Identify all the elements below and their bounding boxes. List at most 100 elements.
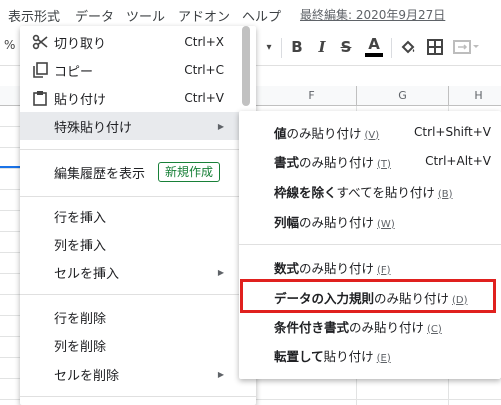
submenu-item-rest: のみ貼り付け xyxy=(299,214,375,230)
submenu-item-accel: (F) xyxy=(377,264,391,276)
submenu-item-rest: のみ貼り付け xyxy=(299,154,375,170)
menu-item-copy-label: コピー xyxy=(54,64,94,80)
menu-item-delete-row-label: 行を削除 xyxy=(54,311,107,327)
column-header-g[interactable]: G xyxy=(357,86,449,106)
submenu-item-accel: (B) xyxy=(437,188,453,200)
percent-format-button[interactable]: % xyxy=(4,38,15,52)
active-cell-border xyxy=(0,166,20,168)
toolbar-divider xyxy=(281,38,282,58)
paste-special-submenu: 値のみ貼り付け (V) Ctrl+Shift+V 書式のみ貼り付け (T) Ctrl… xyxy=(239,111,501,379)
menu-item-paste-label: 貼り付け xyxy=(54,92,107,108)
menu-separator xyxy=(20,149,256,150)
column-header-h[interactable]: H xyxy=(449,86,501,106)
menu-item-edit-history[interactable]: 編集履歴を表示 新規作成 xyxy=(20,158,256,186)
menu-item-paste-special-label: 特殊貼り付け xyxy=(54,120,133,136)
submenu-item-label: 条件付き書式のみ貼り付け (C) xyxy=(274,317,442,336)
menu-item-delete-row[interactable]: 行を削除 xyxy=(20,303,256,331)
bold-button[interactable]: B xyxy=(289,36,305,58)
submenu-item-shortcut: Ctrl+Alt+V xyxy=(425,154,491,168)
menu-help[interactable]: ヘルプ xyxy=(242,6,281,25)
fill-color-icon[interactable] xyxy=(398,36,418,58)
menu-item-insert-column[interactable]: 列を挿入 xyxy=(20,230,256,258)
submenu-item-shortcut: Ctrl+Shift+V xyxy=(414,125,491,139)
last-edit-link[interactable]: 最終編集: 2020年9月27日 xyxy=(300,6,445,23)
strikethrough-button[interactable]: S xyxy=(338,36,354,58)
submenu-item-rest: すべてを貼り付け xyxy=(336,184,435,200)
menu-item-insert-cells-label: セルを挿入 xyxy=(54,266,120,282)
scissors-icon xyxy=(32,34,48,50)
submenu-arrow-icon: ▶ xyxy=(217,369,224,379)
toolbar-divider xyxy=(391,38,392,58)
submenu-item-bold: 書式 xyxy=(274,154,300,170)
submenu-item-formula-only[interactable]: 数式のみ貼り付け (F) xyxy=(239,253,501,281)
menu-tools[interactable]: ツール xyxy=(126,6,165,25)
clipboard-icon xyxy=(32,90,48,106)
submenu-item-bold: 値 xyxy=(274,125,287,141)
submenu-separator xyxy=(239,244,501,245)
menu-addons[interactable]: アドオン xyxy=(178,6,230,25)
submenu-item-label: 数式のみ貼り付け (F) xyxy=(274,258,391,277)
menu-item-paste-special[interactable]: 特殊貼り付け ▶ xyxy=(20,112,256,140)
new-badge: 新規作成 xyxy=(158,162,221,182)
menu-item-delete-column[interactable]: 列を削除 xyxy=(20,331,256,359)
submenu-item-rest: 貼り付け xyxy=(323,348,374,364)
submenu-item-values-only[interactable]: 値のみ貼り付け (V) Ctrl+Shift+V xyxy=(239,118,501,146)
submenu-item-label: 転置して貼り付け (E) xyxy=(274,346,391,365)
menu-item-paste[interactable]: 貼り付け Ctrl+V xyxy=(20,84,256,112)
menu-item-edit-history-label: 編集履歴を表示 xyxy=(54,166,146,182)
submenu-item-label: 書式のみ貼り付け (T) xyxy=(274,152,391,171)
submenu-item-label: 値のみ貼り付け (V) xyxy=(274,123,379,142)
text-color-button[interactable]: A xyxy=(364,36,384,58)
menu-separator xyxy=(20,196,256,197)
menu-item-delete-cells[interactable]: セルを削除 ▶ xyxy=(20,360,256,388)
menu-item-copy[interactable]: コピー Ctrl+C xyxy=(20,56,256,84)
menu-item-cut-shortcut: Ctrl+X xyxy=(184,35,224,49)
submenu-item-conditional-format-only[interactable]: 条件付き書式のみ貼り付け (C) xyxy=(239,312,501,340)
menu-item-insert-row[interactable]: 行を挿入 xyxy=(20,202,256,230)
submenu-item-bold: 枠線を除く xyxy=(274,184,337,200)
column-header-f[interactable]: F xyxy=(267,86,357,106)
menu-separator xyxy=(20,294,256,295)
menu-item-cut-label: 切り取り xyxy=(54,36,107,52)
menu-separator xyxy=(20,396,256,397)
borders-icon[interactable] xyxy=(425,36,445,58)
submenu-item-rest: のみ貼り付け xyxy=(299,260,375,276)
submenu-item-column-width-only[interactable]: 列幅のみ貼り付け (W) xyxy=(239,207,501,235)
submenu-item-accel: (T) xyxy=(377,158,391,170)
submenu-item-accel: (C) xyxy=(427,323,442,335)
text-color-label: A xyxy=(368,35,380,53)
submenu-item-bold: 数式 xyxy=(274,260,300,276)
menu-item-insert-cells[interactable]: セルを挿入 ▶ xyxy=(20,258,256,286)
menu-item-cut[interactable]: 切り取り Ctrl+X xyxy=(20,28,256,56)
submenu-item-bold: 条件付き書式 xyxy=(274,319,350,335)
submenu-item-all-except-borders[interactable]: 枠線を除くすべてを貼り付け (B) xyxy=(239,177,501,205)
italic-button[interactable]: I xyxy=(314,36,330,58)
merge-cells-icon[interactable] xyxy=(453,36,479,58)
menu-format[interactable]: 表示形式 xyxy=(8,6,60,25)
submenu-item-accel: (W) xyxy=(377,218,395,230)
text-color-swatch xyxy=(365,53,383,57)
submenu-item-label: 枠線を除くすべてを貼り付け (B) xyxy=(274,182,453,201)
submenu-item-bold: 列幅 xyxy=(274,214,300,230)
submenu-item-accel: (V) xyxy=(364,129,380,141)
submenu-item-bold: 転置して xyxy=(274,348,324,364)
submenu-item-rest: のみ貼り付け xyxy=(349,319,425,335)
menu-bar: 表示形式 データ ツール アドオン ヘルプ 最終編集: 2020年9月27日 xyxy=(0,0,501,26)
submenu-item-transpose[interactable]: 転置して貼り付け (E) xyxy=(239,341,501,369)
submenu-item-accel: (E) xyxy=(376,352,391,364)
menu-item-insert-column-label: 列を挿入 xyxy=(54,238,107,254)
submenu-arrow-icon: ▶ xyxy=(217,267,224,277)
submenu-item-rest: のみ貼り付け xyxy=(286,125,362,141)
menu-item-copy-shortcut: Ctrl+C xyxy=(184,63,224,77)
copy-icon xyxy=(32,62,48,78)
submenu-item-label: 列幅のみ貼り付け (W) xyxy=(274,212,395,231)
menu-item-paste-shortcut: Ctrl+V xyxy=(184,91,224,105)
menu-item-insert-row-label: 行を挿入 xyxy=(54,210,107,226)
menu-data[interactable]: データ xyxy=(75,6,114,25)
font-size-dropdown-icon[interactable]: ▾ xyxy=(262,36,276,58)
submenu-item-format-only[interactable]: 書式のみ貼り付け (T) Ctrl+Alt+V xyxy=(239,147,501,175)
context-menu: 切り取り Ctrl+X コピー Ctrl+C 貼り付け Ctrl+V 特殊貼り付… xyxy=(20,26,256,405)
submenu-arrow-icon: ▶ xyxy=(217,121,224,131)
highlight-box xyxy=(240,279,496,313)
menu-item-delete-column-label: 列を削除 xyxy=(54,339,107,355)
